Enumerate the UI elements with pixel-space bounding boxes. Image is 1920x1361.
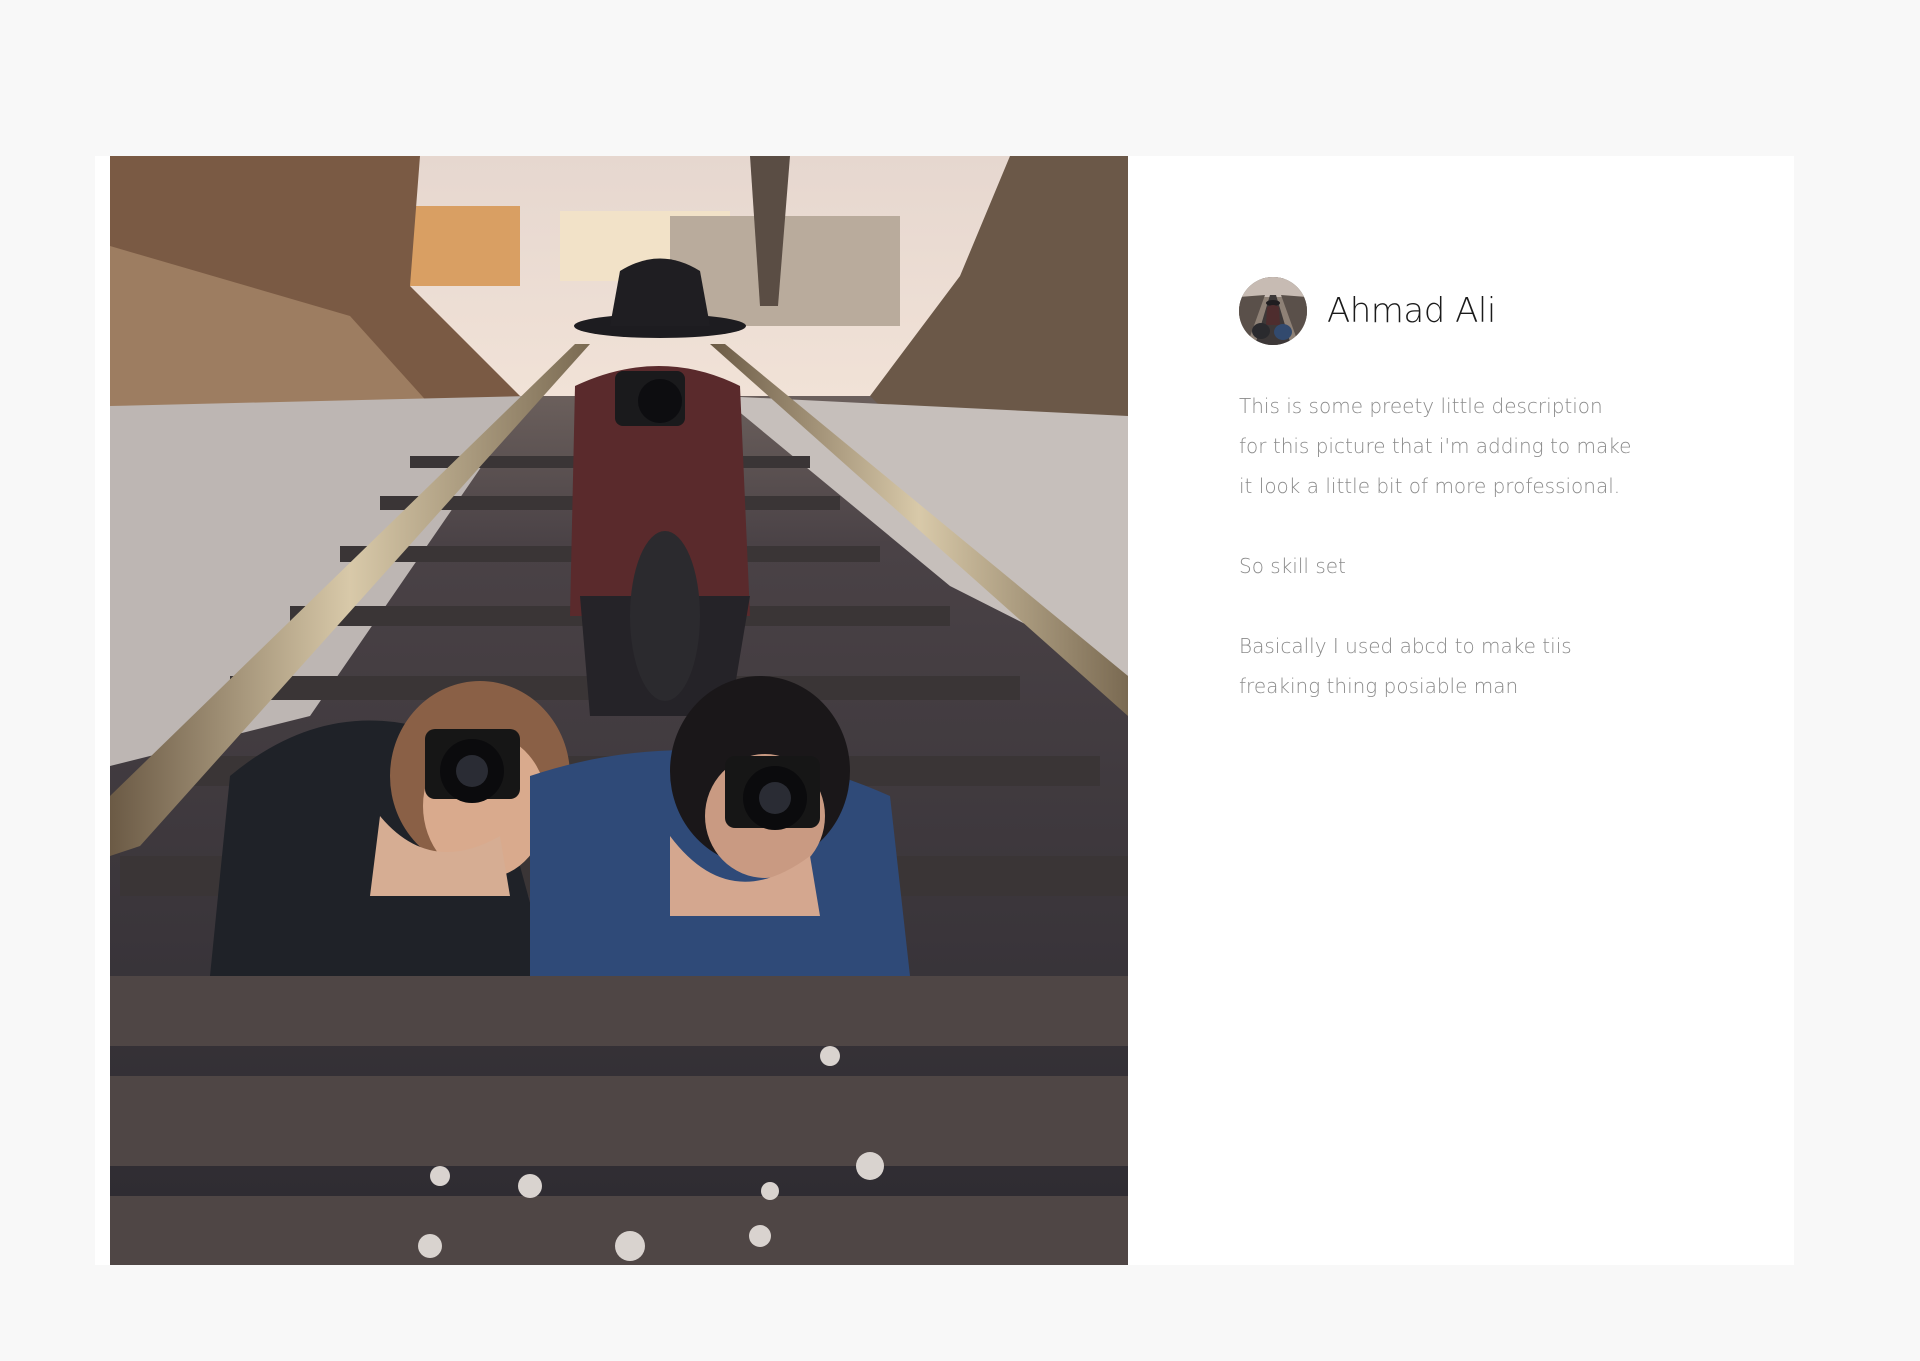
author-row: Ahmad Ali xyxy=(1239,276,1739,346)
railroad-photographers-photo xyxy=(110,156,1128,1265)
usage-line: freaking thing posiable man xyxy=(1239,674,1519,698)
post-photo xyxy=(110,156,1128,1265)
post-description: This is some preety little description f… xyxy=(1239,386,1739,706)
description-line: This is some preety little description xyxy=(1239,394,1603,418)
post-card: Ahmad Ali This is some preety little des… xyxy=(95,156,1794,1265)
post-info: Ahmad Ali This is some preety little des… xyxy=(1239,276,1739,706)
description-line: it look a little bit of more professiona… xyxy=(1239,474,1621,498)
avatar-photo-icon xyxy=(1239,277,1307,345)
description-line: for this picture that i'm adding to make xyxy=(1239,434,1632,458)
avatar[interactable] xyxy=(1239,277,1307,345)
author-name[interactable]: Ahmad Ali xyxy=(1327,291,1496,331)
skills-line: So skill set xyxy=(1239,554,1346,578)
usage-line: Basically I used abcd to make tiis xyxy=(1239,634,1572,658)
